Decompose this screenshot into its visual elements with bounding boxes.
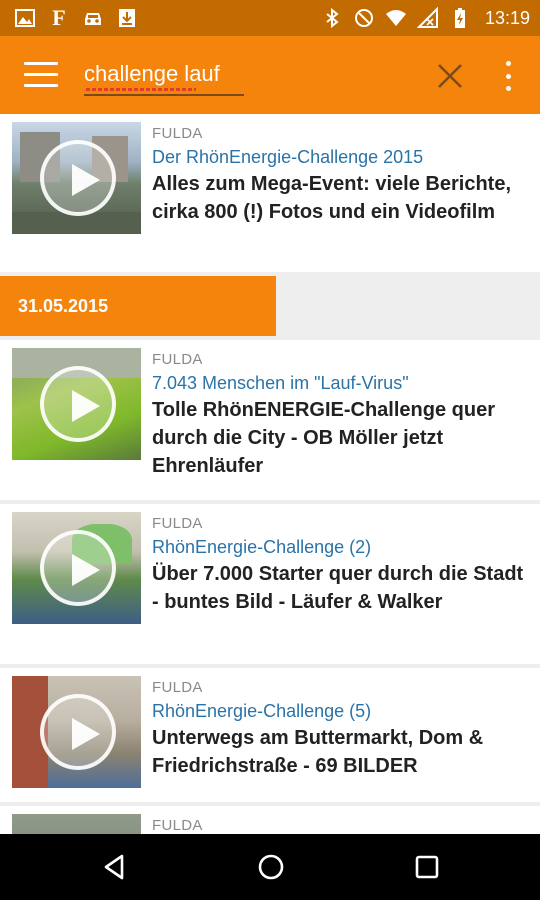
article-headline[interactable]: Unterwegs am Buttermarkt, Dom & Friedric… [152, 724, 532, 780]
bluetooth-icon [321, 7, 343, 29]
play-icon [40, 530, 116, 606]
article-card[interactable]: FULDA 7.043 Menschen im "Lauf-Virus" Tol… [0, 340, 540, 500]
article-thumbnail [12, 348, 141, 460]
article-card[interactable]: FULDA RhönEnergie-Challenge (5) Unterweg… [0, 668, 540, 802]
play-icon [40, 366, 116, 442]
date-badge: 31.05.2015 [0, 276, 276, 336]
f-app-icon: F [52, 5, 66, 30]
article-location: FULDA [152, 679, 203, 696]
play-icon [40, 694, 116, 770]
car-icon [82, 7, 104, 29]
date-separator: 31.05.2015 [0, 276, 540, 336]
article-thumbnail [12, 122, 141, 234]
home-icon[interactable] [256, 852, 286, 882]
article-headline[interactable]: Tolle RhönENERGIE-Challenge quer durch d… [152, 396, 532, 480]
article-subtitle[interactable]: RhönEnergie-Challenge (5) [152, 698, 532, 724]
article-subtitle[interactable]: Der RhönEnergie-Challenge 2015 [152, 144, 532, 170]
hamburger-menu-icon[interactable] [24, 62, 58, 88]
recent-apps-icon[interactable] [412, 852, 442, 882]
clock: 13:19 [484, 7, 530, 28]
article-thumbnail [12, 676, 141, 788]
article-thumbnail [12, 814, 141, 834]
close-icon[interactable] [436, 62, 464, 90]
status-bar: F 13:19 [0, 0, 540, 36]
no-signal-icon [416, 7, 439, 29]
article-card[interactable]: FULDA RhönEnergie-Challenge (2) Über 7.0… [0, 504, 540, 664]
article-location: FULDA [152, 515, 203, 532]
navigation-bar [0, 834, 540, 900]
article-thumbnail [12, 512, 141, 624]
back-icon[interactable] [100, 852, 130, 882]
download-icon [116, 7, 138, 29]
results-list: FULDA Der RhönEnergie-Challenge 2015 All… [0, 114, 540, 834]
article-location: FULDA [152, 125, 203, 142]
battery-charging-icon [449, 7, 471, 29]
image-icon [14, 7, 36, 29]
search-input[interactable] [84, 56, 244, 92]
article-headline[interactable]: Alles zum Mega-Event: viele Berichte, ci… [152, 170, 532, 226]
search-box[interactable] [84, 56, 244, 96]
article-location: FULDA [152, 817, 203, 834]
play-icon [40, 140, 116, 216]
app-bar [0, 36, 540, 114]
article-card[interactable]: FULDA Der RhönEnergie-Challenge 2015 All… [0, 114, 540, 272]
article-location: FULDA [152, 351, 203, 368]
spellcheck-underline [86, 88, 196, 91]
article-card[interactable]: FULDA [0, 806, 540, 834]
more-vert-icon[interactable] [500, 61, 516, 91]
do-not-disturb-icon [353, 7, 375, 29]
article-headline[interactable]: Über 7.000 Starter quer durch die Stadt … [152, 560, 532, 616]
wifi-icon [385, 7, 407, 29]
article-subtitle[interactable]: 7.043 Menschen im "Lauf-Virus" [152, 370, 532, 396]
article-subtitle[interactable]: RhönEnergie-Challenge (2) [152, 534, 532, 560]
